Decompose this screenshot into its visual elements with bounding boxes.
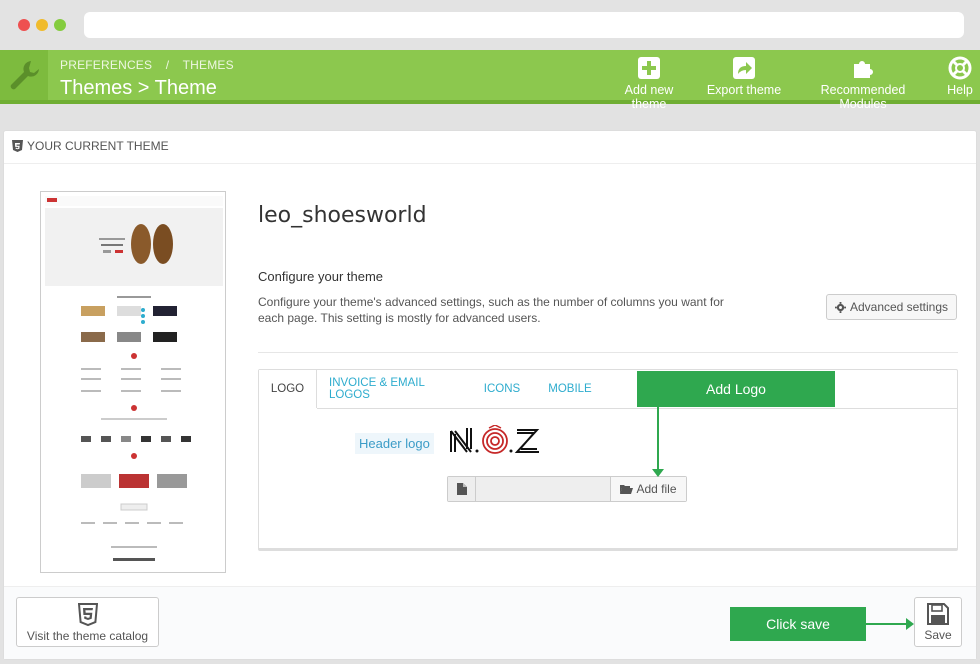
current-theme-panel: YOUR CURRENT THEME leo_shoesworld Config… (3, 130, 977, 660)
theme-name: leo_shoesworld (258, 203, 427, 228)
section-divider (258, 352, 958, 353)
file-name-input[interactable] (476, 477, 610, 501)
logo-file-upload: Add file (447, 476, 687, 502)
panel-heading-divider (4, 163, 976, 164)
html5-icon (77, 603, 98, 627)
click-save-arrow-head (906, 618, 914, 630)
tabs-underline (317, 408, 957, 409)
tab-icons[interactable]: ICONS (477, 370, 527, 408)
theme-preview-screenshot (40, 191, 226, 573)
header-logo-label: Header logo (355, 433, 434, 454)
recommended-modules-label: Recommended Modules (820, 83, 906, 111)
maximize-window-dot[interactable] (54, 19, 66, 31)
browser-chrome (0, 0, 980, 50)
breadcrumb-themes[interactable]: THEMES (183, 58, 234, 72)
recommended-modules-button[interactable]: Recommended Modules (796, 56, 930, 111)
minimize-window-dot[interactable] (36, 19, 48, 31)
panel-footer: Visit the theme catalog Click save Save (4, 586, 976, 659)
save-label: Save (924, 628, 952, 642)
help-button[interactable]: Help (944, 56, 976, 100)
floppy-disk-icon (927, 603, 949, 625)
panel-heading-label: YOUR CURRENT THEME (27, 139, 169, 153)
advanced-settings-button[interactable]: Advanced settings (826, 294, 957, 320)
save-button[interactable]: Save (914, 597, 962, 647)
help-label: Help (947, 83, 973, 97)
html5-icon (12, 140, 23, 152)
add-new-theme-button[interactable]: Add new theme (606, 56, 692, 111)
visit-theme-catalog-button[interactable]: Visit the theme catalog (16, 597, 159, 647)
configure-description: Configure your theme's advanced settings… (258, 295, 724, 325)
plus-square-icon (638, 57, 660, 79)
page-title: Themes > Theme (60, 77, 217, 99)
panel-heading: YOUR CURRENT THEME (12, 139, 169, 153)
tab-mobile[interactable]: MOBILE (543, 370, 597, 408)
breadcrumb-separator: / (165, 58, 170, 72)
breadcrumb-preferences[interactable]: PREFERENCES (60, 58, 152, 72)
folder-open-icon (620, 485, 634, 494)
file-icon (448, 477, 476, 501)
logo-tabs-panel: LOGO INVOICE & EMAIL LOGOS ICONS MOBILE … (258, 369, 958, 551)
export-theme-label: Export theme (706, 83, 782, 97)
add-new-theme-label: Add new theme (624, 83, 674, 111)
export-theme-button[interactable]: Export theme (706, 56, 782, 100)
click-save-arrow-line (866, 623, 908, 625)
add-file-label: Add file (636, 482, 677, 496)
tab-invoice-email-logos[interactable]: INVOICE & EMAIL LOGOS (329, 370, 457, 408)
close-window-dot[interactable] (18, 19, 30, 31)
wrench-icon (0, 50, 48, 100)
share-icon (733, 57, 755, 79)
add-logo-arrow-head (652, 469, 664, 477)
gear-icon (834, 301, 846, 313)
add-logo-callout: Add Logo (637, 371, 835, 407)
lifebuoy-icon (948, 56, 972, 80)
header-logo-preview (449, 424, 541, 460)
address-bar[interactable] (84, 12, 964, 38)
click-save-callout: Click save (730, 607, 866, 641)
puzzle-icon (854, 61, 873, 78)
breadcrumb: PREFERENCES / THEMES (60, 58, 244, 72)
add-logo-arrow-line (657, 407, 659, 471)
advanced-settings-label: Advanced settings (849, 300, 949, 314)
visit-theme-catalog-label: Visit the theme catalog (26, 629, 149, 643)
tab-logo[interactable]: LOGO (259, 370, 317, 408)
browser-window: PREFERENCES / THEMES Themes > Theme Add … (0, 0, 980, 664)
add-file-button[interactable]: Add file (610, 477, 686, 501)
configure-title: Configure your theme (258, 269, 384, 284)
page-toolbar: PREFERENCES / THEMES Themes > Theme Add … (0, 50, 980, 111)
